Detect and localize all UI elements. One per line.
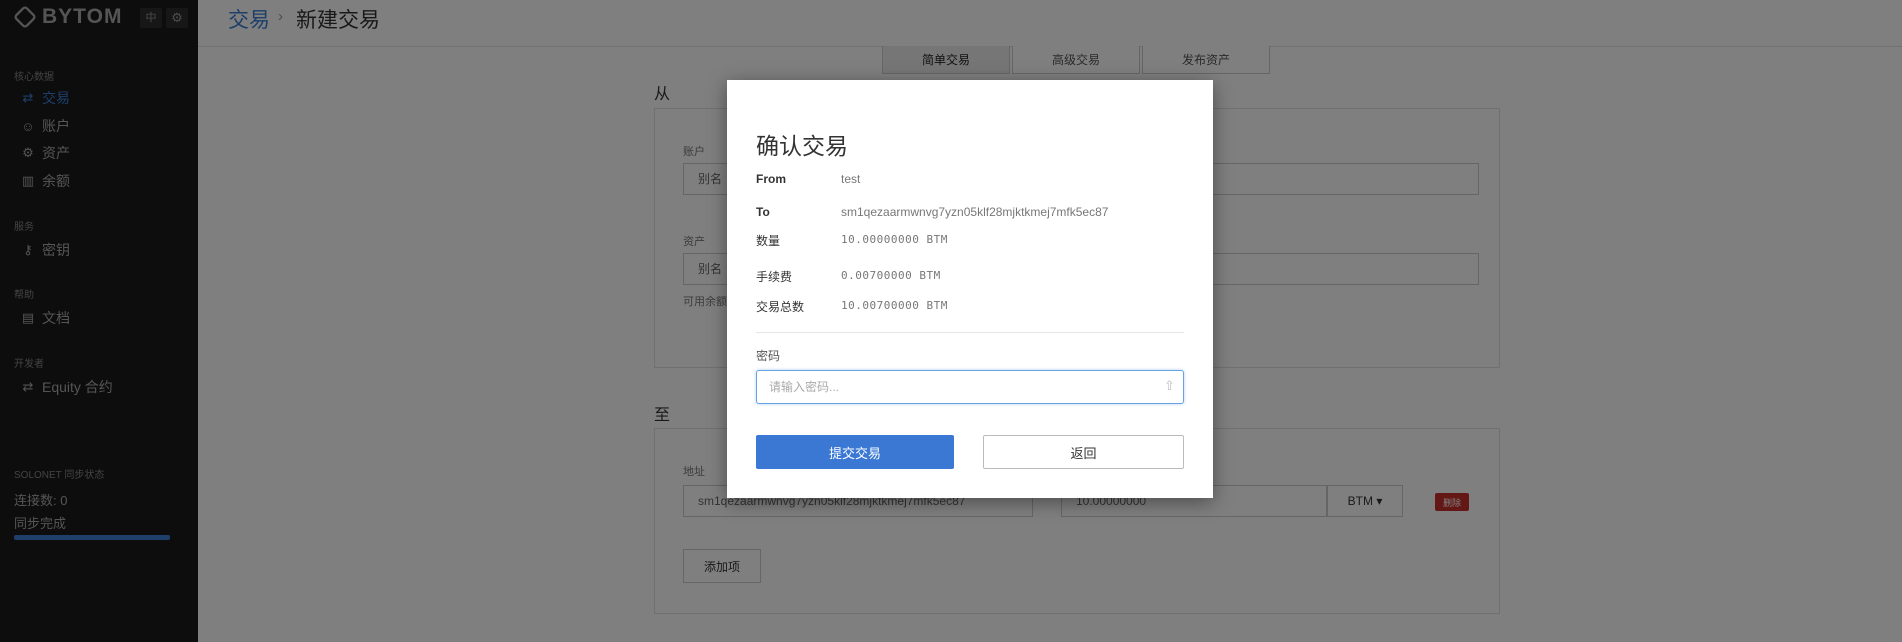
password-input[interactable] [756,370,1184,404]
password-label: 密码 [756,349,781,363]
dialog-title: 确认交易 [756,133,848,159]
confirm-transaction-dialog: 确认交易 From test To sm1qezaarmwnvg7yzn05kl… [727,80,1213,498]
to-label: To [756,205,770,219]
back-button[interactable]: 返回 [983,435,1184,469]
dialog-divider [756,332,1184,333]
password-key-icon: ⇧ [1164,378,1175,393]
to-address-value: sm1qezaarmwnvg7yzn05klf28mjktkmej7mfk5ec… [841,205,1109,219]
fee-value: 0.00700000 BTM [841,269,941,282]
amount-value: 10.00000000 BTM [841,233,948,246]
total-value: 10.00700000 BTM [841,299,948,312]
from-label: From [756,172,786,186]
from-value: test [841,172,861,186]
fee-label: 手续费 [756,270,793,284]
amount-label: 数量 [756,234,781,248]
submit-transaction-button[interactable]: 提交交易 [756,435,954,469]
total-label: 交易总数 [756,300,805,314]
